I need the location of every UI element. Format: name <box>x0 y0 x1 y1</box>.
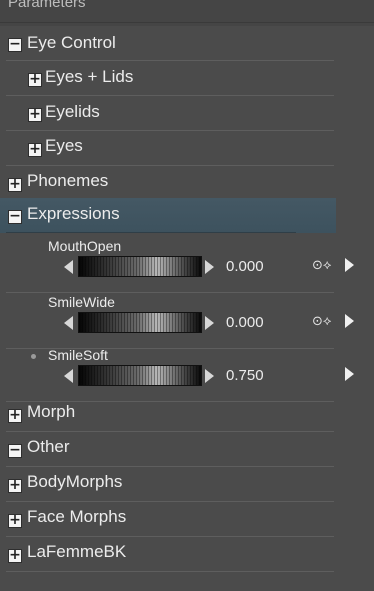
dial-slider[interactable] <box>78 312 202 333</box>
group-label: Expressions <box>27 204 120 223</box>
collapse-icon[interactable]: − <box>8 37 22 52</box>
dial-smilesoft[interactable]: SmileSoft 0.750 <box>0 345 374 402</box>
expand-icon[interactable]: + <box>28 142 42 157</box>
modified-dot-icon <box>31 354 36 359</box>
group-label: Eyelids <box>45 102 100 121</box>
group-face-morphs[interactable]: + Face Morphs <box>0 502 374 537</box>
increment-arrow-icon[interactable] <box>205 316 214 330</box>
divider <box>6 571 334 572</box>
group-label: Eyes <box>45 136 83 155</box>
dial-mouthopen[interactable]: MouthOpen 0.000 ⊙⟡ <box>0 236 374 293</box>
dial-menu-arrow-icon[interactable] <box>345 367 354 381</box>
dial-name: SmileSoft <box>48 347 108 363</box>
keyframe-link-icon[interactable]: ⊙⟡ <box>312 314 332 329</box>
expand-icon[interactable]: + <box>8 513 22 528</box>
divider <box>0 22 374 23</box>
expand-icon[interactable]: + <box>8 548 22 563</box>
collapse-icon[interactable]: − <box>8 209 22 224</box>
group-phonemes[interactable]: + Phonemes <box>0 166 374 201</box>
decrement-arrow-icon[interactable] <box>64 369 73 383</box>
increment-arrow-icon[interactable] <box>205 369 214 383</box>
dial-value[interactable]: 0.000 <box>226 258 264 275</box>
group-label: Eye Control <box>27 33 116 52</box>
panel-header-text: Parameters <box>8 0 86 11</box>
group-label: Phonemes <box>27 171 109 190</box>
group-eye-control[interactable]: − Eye Control <box>0 26 374 61</box>
group-expressions[interactable]: − Expressions <box>0 198 336 233</box>
group-label: Other <box>27 437 70 456</box>
expand-icon[interactable]: + <box>28 107 42 122</box>
dial-slider[interactable] <box>78 365 202 386</box>
expand-icon[interactable]: + <box>8 478 22 493</box>
dial-smilewide[interactable]: SmileWide 0.000 ⊙⟡ <box>0 292 374 349</box>
dial-name: SmileWide <box>48 294 115 310</box>
panel-header: Parameters <box>0 0 374 26</box>
group-morph[interactable]: + Morph <box>0 397 374 432</box>
group-eyelids[interactable]: + Eyelids <box>0 96 374 131</box>
group-lafemmebk[interactable]: + LaFemmeBK <box>0 537 374 572</box>
group-other[interactable]: − Other <box>0 432 374 467</box>
group-label: Eyes + Lids <box>45 67 134 86</box>
expand-icon[interactable]: + <box>28 72 42 87</box>
dial-value[interactable]: 0.000 <box>226 314 264 331</box>
increment-arrow-icon[interactable] <box>205 260 214 274</box>
group-label: BodyMorphs <box>27 472 123 491</box>
collapse-icon[interactable]: − <box>8 443 22 458</box>
dial-menu-arrow-icon[interactable] <box>345 258 354 272</box>
decrement-arrow-icon[interactable] <box>64 316 73 330</box>
expand-icon[interactable]: + <box>8 177 22 192</box>
dial-slider[interactable] <box>78 256 202 277</box>
group-bodymorphs[interactable]: + BodyMorphs <box>0 467 374 502</box>
group-eyes[interactable]: + Eyes <box>0 131 374 166</box>
group-label: LaFemmeBK <box>27 542 127 561</box>
group-eyes-lids[interactable]: + Eyes + Lids <box>0 61 374 96</box>
parameters-panel: Parameters − Eye Control + Eyes + Lids +… <box>0 0 374 591</box>
dial-menu-arrow-icon[interactable] <box>345 314 354 328</box>
divider <box>6 232 296 233</box>
expand-icon[interactable]: + <box>8 408 22 423</box>
decrement-arrow-icon[interactable] <box>64 260 73 274</box>
keyframe-link-icon[interactable]: ⊙⟡ <box>312 258 332 273</box>
group-label: Morph <box>27 402 76 421</box>
dial-name: MouthOpen <box>48 238 122 254</box>
group-label: Face Morphs <box>27 507 127 526</box>
dial-value[interactable]: 0.750 <box>226 367 264 384</box>
